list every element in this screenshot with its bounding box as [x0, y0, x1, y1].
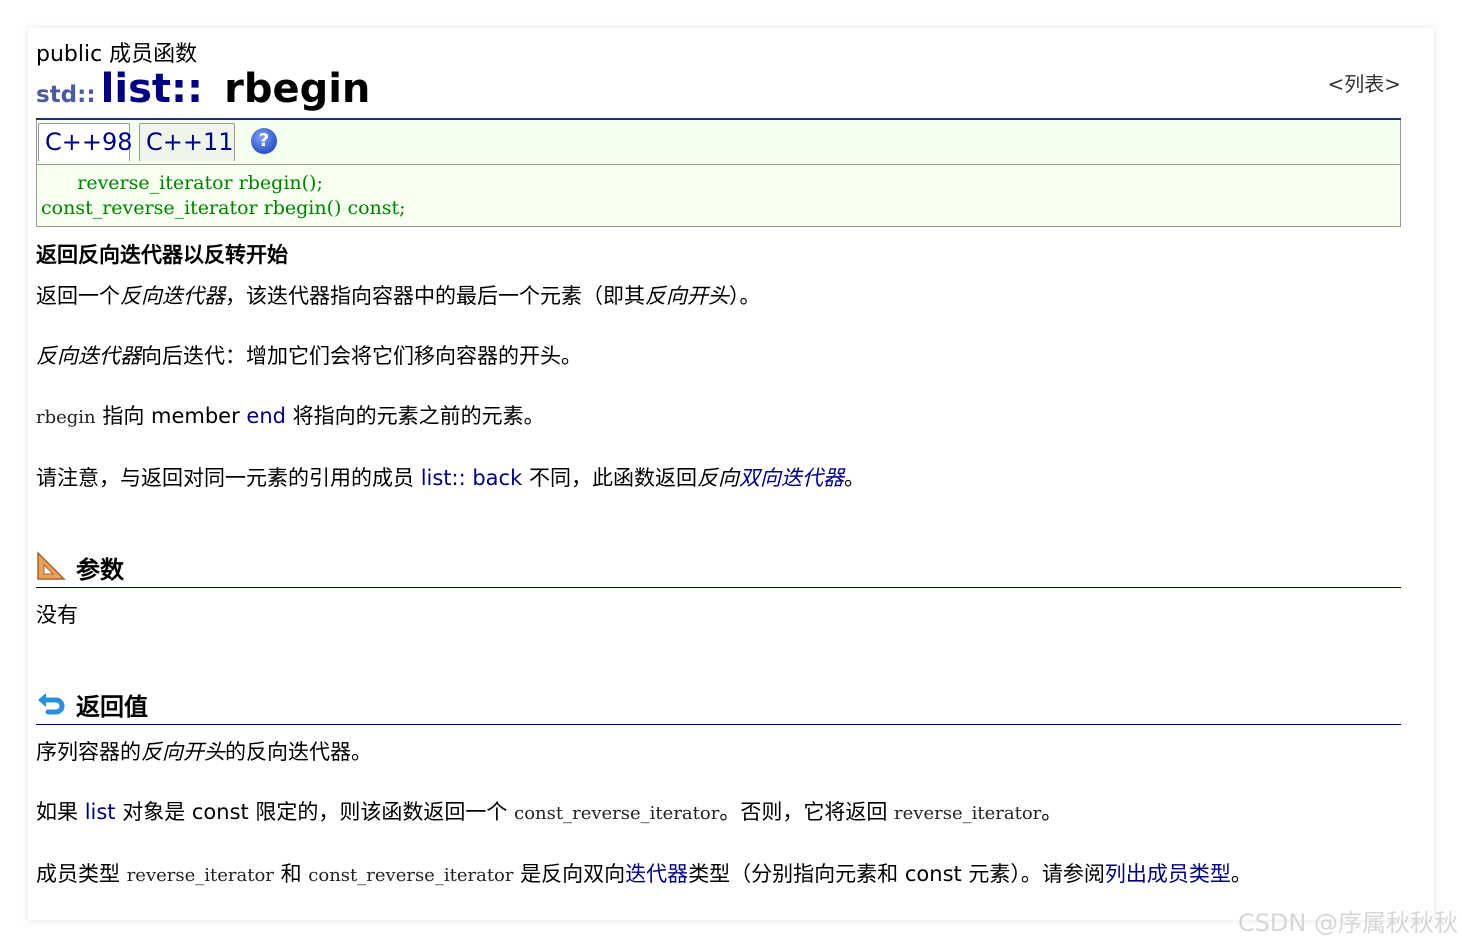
parameters-label: 参数 — [76, 556, 124, 584]
return-value-heading: 返回值 — [36, 682, 1401, 725]
term-reverse-iterator: 反向迭代器 — [120, 284, 225, 308]
link-list-back[interactable]: list:: back — [421, 466, 523, 490]
term-reverse: 反向 — [696, 466, 739, 490]
link-bidirectional-iterator[interactable]: 双向迭代器 — [739, 466, 844, 490]
help-icon[interactable]: ? — [251, 128, 277, 154]
summary-title: 返回反向迭代器以反转开始 — [36, 243, 288, 267]
code-const-reverse-iterator-2: const_reverse_iterator — [308, 865, 514, 886]
term-reverse-beginning: 反向开头 — [645, 284, 729, 308]
code-rbegin: rbegin — [36, 407, 96, 428]
doc-content: public 成员函数 <列表> std:: list:: rbegin C++… — [36, 40, 1401, 891]
link-list-member-types[interactable]: 列出成员类型 — [1105, 862, 1231, 886]
set-square-icon — [37, 551, 66, 580]
return-value-label: 返回值 — [76, 693, 148, 721]
description-paragraph-2: 反向迭代器向后迭代：增加它们会将它们移向容器的开头。 — [36, 344, 582, 368]
tab-cpp98[interactable]: C++98 — [38, 123, 133, 161]
title-class[interactable]: list — [101, 66, 171, 112]
title-member: rbegin — [224, 66, 371, 112]
code-const-reverse-iterator: const_reverse_iterator — [514, 803, 720, 824]
link-iterator[interactable]: 迭代器 — [625, 862, 688, 886]
page-card: public 成员函数 <列表> std:: list:: rbegin C++… — [28, 28, 1434, 920]
parameters-text: 没有 — [36, 603, 78, 627]
description-paragraph-3: rbegin 指向 member end 将指向的元素之前的元素。 — [36, 404, 545, 428]
title-namespace[interactable]: std:: — [36, 82, 96, 108]
code-line-1: reverse_iterator rbegin(); — [41, 172, 323, 194]
term-reverse-iterator-2: 反向迭代器 — [36, 344, 141, 368]
description-paragraph-4: 请注意，与返回对同一元素的引用的成员 list:: back 不同，此函数返回反… — [36, 466, 865, 490]
prototype-code: reverse_iterator rbegin(); const_reverse_… — [37, 165, 1400, 226]
code-reverse-iterator: reverse_iterator — [894, 803, 1042, 824]
tab-cpp11[interactable]: C++11 — [139, 123, 235, 161]
link-list[interactable]: list — [85, 800, 116, 824]
parameters-heading: 参数 — [36, 545, 1401, 588]
return-arrow-icon — [38, 693, 65, 715]
return-paragraph-2: 如果 list 对象是 const 限定的，则该函数返回一个 const_rev… — [36, 800, 1063, 824]
version-tabs: C++98 C++11 ? — [37, 120, 1400, 165]
link-end[interactable]: end — [246, 404, 286, 428]
return-paragraph-1: 序列容器的反向开头的反向迭代器。 — [36, 740, 372, 764]
prototype-box: C++98 C++11 ? reverse_iterator rbegin();… — [36, 120, 1401, 227]
code-reverse-iterator-2: reverse_iterator — [126, 865, 274, 886]
title-separator: :: — [171, 66, 203, 112]
return-paragraph-3: 成员类型 reverse_iterator 和 const_reverse_it… — [36, 862, 1252, 886]
page-title: std:: list:: rbegin — [36, 66, 1401, 120]
csdn-watermark: CSDN @序属秋秋秋 — [1237, 909, 1458, 937]
code-line-2: const_reverse_iterator rbegin() const; — [41, 197, 406, 219]
description-paragraph-1: 返回一个反向迭代器，该迭代器指向容器中的最后一个元素（即其反向开头）。 — [36, 284, 761, 308]
